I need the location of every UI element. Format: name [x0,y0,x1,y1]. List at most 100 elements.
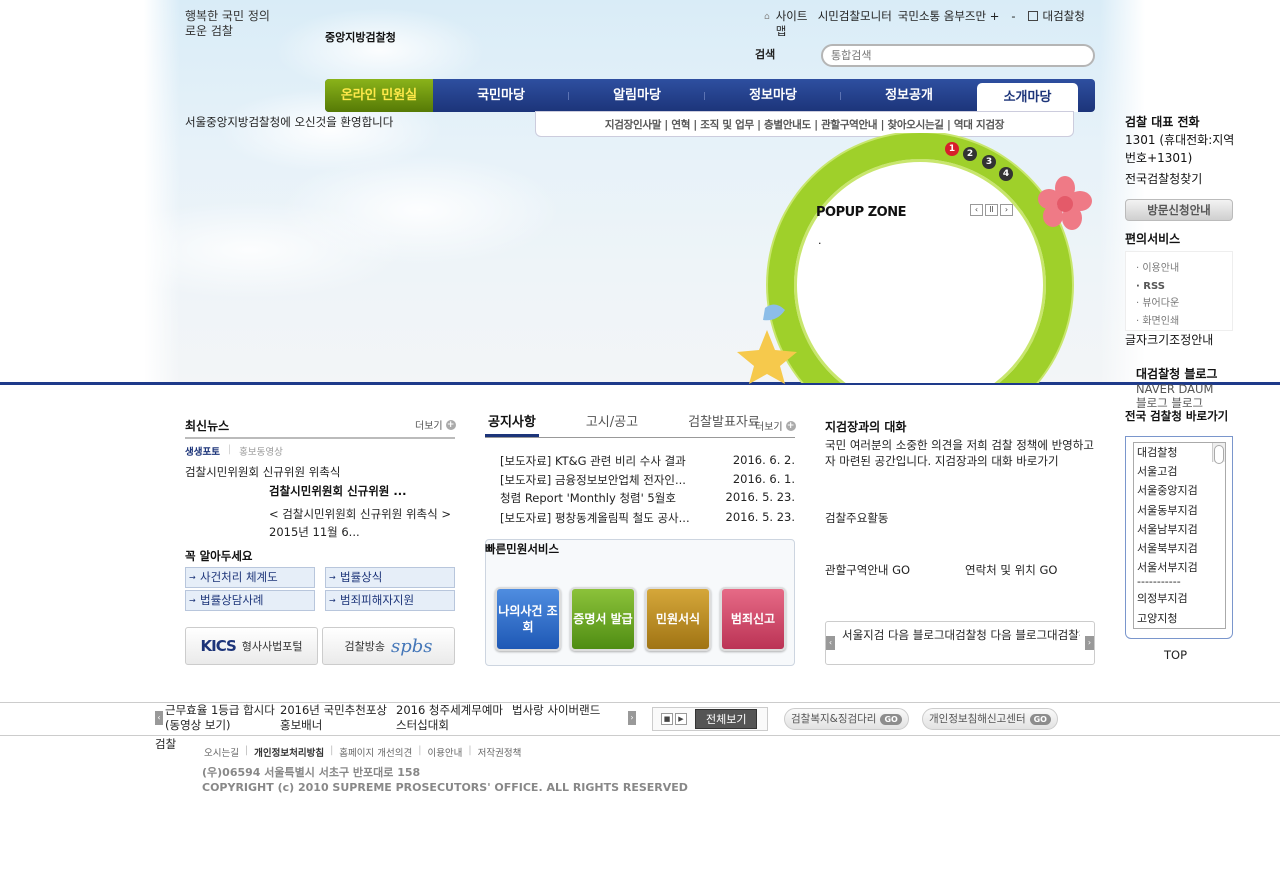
play-icon[interactable]: ▶ [675,713,687,725]
popup-page-3[interactable]: 3 [982,155,996,169]
stop-icon[interactable]: ■ [661,713,673,725]
next-arrow-icon[interactable]: › [1085,636,1094,650]
font-size-link[interactable]: 글자크기조정안내 [1125,331,1213,348]
activities-link[interactable]: 검찰주요활동 [825,510,888,526]
prev-arrow-icon[interactable]: ‹ [826,636,835,650]
tab-video[interactable]: 홍보동영상 [239,444,283,458]
conv-usage-link[interactable]: · 이용안내 [1136,260,1222,278]
nav-disclosure[interactable]: 정보공개 [841,79,977,112]
blog-ticker-text[interactable]: 서울지검 다음 블로그대검찰청 다음 블로그대검찰청 [842,627,1080,643]
notice-more-label: 더보기 [755,422,783,433]
popup-page-2[interactable]: 2 [963,147,977,161]
next-icon[interactable]: › [1000,204,1013,216]
footer-banner-2[interactable]: 2016년 국민추천포상 홍보배너 [280,703,392,733]
notice-row[interactable]: [보도자료] 금융정보보안업체 전자인... 2016. 6. 1. [500,472,795,488]
notice-row[interactable]: 청렴 Report 'Monthly 청렴' 5월호 2016. 5. 23. [500,490,795,506]
nav-info-label: 정보마당 [749,88,797,103]
prev-icon[interactable]: ‹ [970,204,983,216]
tab-notice[interactable]: 공지사항 [485,413,539,437]
ombudsman-link[interactable]: 국민소통 옴부즈만 + [898,9,1000,24]
tab-press[interactable]: 검찰발표자료 [685,413,763,437]
popup-ring [768,133,1072,383]
region-item[interactable]: 서울북부지검 [1134,539,1225,558]
banner-next-icon[interactable]: › [628,711,636,725]
region-scrollbar[interactable] [1212,443,1225,465]
footer-link-copyright[interactable]: 저작권정책 [478,745,522,759]
popup-page-1[interactable]: 1 [945,142,959,156]
footer-link-guide[interactable]: 이용안내 [427,745,462,759]
region-item[interactable]: 서울동부지검 [1134,501,1225,520]
find-office-link[interactable]: 전국검찰청찾기 [1125,170,1202,187]
link-victim-support[interactable]: 범죄피해자지원 [325,590,455,611]
news-item-1[interactable]: 검찰시민위원회 신규위원 위촉식 [185,464,340,480]
nav-online-service[interactable]: 온라인 민원실 [325,79,433,112]
search-label: 검색 [755,48,776,61]
region-scroll-thumb[interactable] [1214,445,1224,465]
region-item[interactable]: 의정부지검 [1134,589,1225,608]
notice-row[interactable]: [보도자료] 평창동계올림픽 철도 공사... 2016. 5. 23. [500,510,795,526]
region-list[interactable]: 대검찰청 서울고검 서울중앙지검 서울동부지검 서울남부지검 서울북부지검 서울… [1133,442,1226,629]
region-item[interactable]: 서울중앙지검 [1134,481,1225,500]
nav-notice-label: 알림마당 [613,88,661,103]
privacy-center-link[interactable]: 개인정보침해신고센터 GO [922,708,1058,730]
tab-photo[interactable]: 생생포토 [185,444,220,458]
region-item[interactable]: 서울남부지검 [1134,520,1225,539]
notice-row[interactable]: [보도자료] KT&G 관련 비리 수사 결과 2016. 6. 2. [500,453,795,469]
quick-title: 빠른민원서비스 [485,542,560,556]
footer-banner-1[interactable]: 근무효율 1등급 합시다(동영상 보기) [165,703,277,733]
conv-viewer-link[interactable]: · 뷰어다운 [1136,295,1222,313]
jurisdiction-link[interactable]: 관할구역안내 GO [825,562,910,578]
footer-banner-3[interactable]: 2016 청주세계무예마스터십대회 [396,703,508,733]
footer-link-directions[interactable]: 오시는길 [204,745,239,759]
my-case-button[interactable]: 나의사건 조회 [495,587,561,651]
nav-about[interactable]: 소개마당 [977,83,1078,112]
link-law-counsel[interactable]: 법률상담사례 [185,590,315,611]
certificate-button[interactable]: 증명서 발급 [570,587,636,651]
footer-link-privacy[interactable]: 개인정보처리방침 [254,745,324,759]
view-all-button[interactable]: 전체보기 [695,709,758,729]
blog-links[interactable]: NAVER DAUM 블로그 블로그 [1136,382,1226,410]
news-more-link[interactable]: 더보기 + [415,417,456,432]
notice-more-link[interactable]: 더보기 + [755,418,796,433]
sitemap-link[interactable]: 사이트맵 [776,9,812,39]
footer-link-feedback[interactable]: 홈페이지 개선의견 [339,745,412,759]
banner-controls: ■ ▶ 전체보기 [652,707,768,731]
link-case-flow[interactable]: 사건처리 체계도 [185,567,315,588]
conv-rss-link[interactable]: · RSS [1136,278,1222,296]
contact-link[interactable]: 연락처 및 위치 GO [965,562,1057,578]
nav-info[interactable]: 정보마당 [705,79,841,112]
flower-decoration [1038,176,1092,230]
pause-icon[interactable]: ll [985,204,998,216]
top-link[interactable]: TOP [1164,648,1187,662]
popup-controls: ‹ ll › [970,204,1013,216]
dialog-title: 지검장과의 대화 [825,420,907,434]
nav-citizen[interactable]: 국민마당 [433,79,569,112]
tab-public-notice[interactable]: 고시/공고 [583,413,641,437]
visit-button[interactable]: 방문신청안내 [1125,199,1233,221]
kics-banner[interactable]: KICS 형사사법포털 [185,627,318,665]
monitor-link[interactable]: 시민검찰모니터 [818,9,892,24]
region-item[interactable]: 고양지청 [1134,609,1225,628]
spbs-banner[interactable]: 검찰방송 spbs [322,627,455,665]
dash-text: - [1011,9,1016,23]
link-law-knowledge[interactable]: 법률상식 [325,567,455,588]
news-item-2-title[interactable]: 검찰시민위원회 신규위원 ... [269,483,407,499]
popup-page-4[interactable]: 4 [999,167,1013,181]
supreme-link[interactable]: 대검찰청 [1027,9,1085,24]
phone-desc: 1301 (휴대전화:지역번호+1301) [1125,133,1235,165]
dialog-desc[interactable]: 국민 여러분의 소중한 의견을 저희 검찰 정책에 반영하고자 마련된 공간입니… [825,437,1095,469]
footer-banner-4[interactable]: 법사랑 사이버랜드 [512,703,624,718]
welcome-text: 서울중앙지방검찰청에 오신것을 환영합니다 [185,115,394,129]
site-logo[interactable]: 중앙지방검찰청 [325,29,396,45]
welfare-link[interactable]: 검찰복지&징검다리 GO [784,708,909,730]
nav-notice[interactable]: 알림마당 [569,79,705,112]
search-input[interactable] [821,44,1095,67]
spbs-label: 검찰방송 [344,640,385,653]
forms-button[interactable]: 민원서식 [645,587,711,651]
region-item[interactable]: 서울고검 [1134,462,1225,481]
banner-prev-icon[interactable]: ‹ [155,711,163,725]
home-icon: ⌂ [764,12,770,22]
crime-report-button[interactable]: 범죄신고 [720,587,786,651]
spbs-logo: spbs [390,635,433,657]
conv-print-link[interactable]: · 화면인쇄 [1136,313,1222,331]
